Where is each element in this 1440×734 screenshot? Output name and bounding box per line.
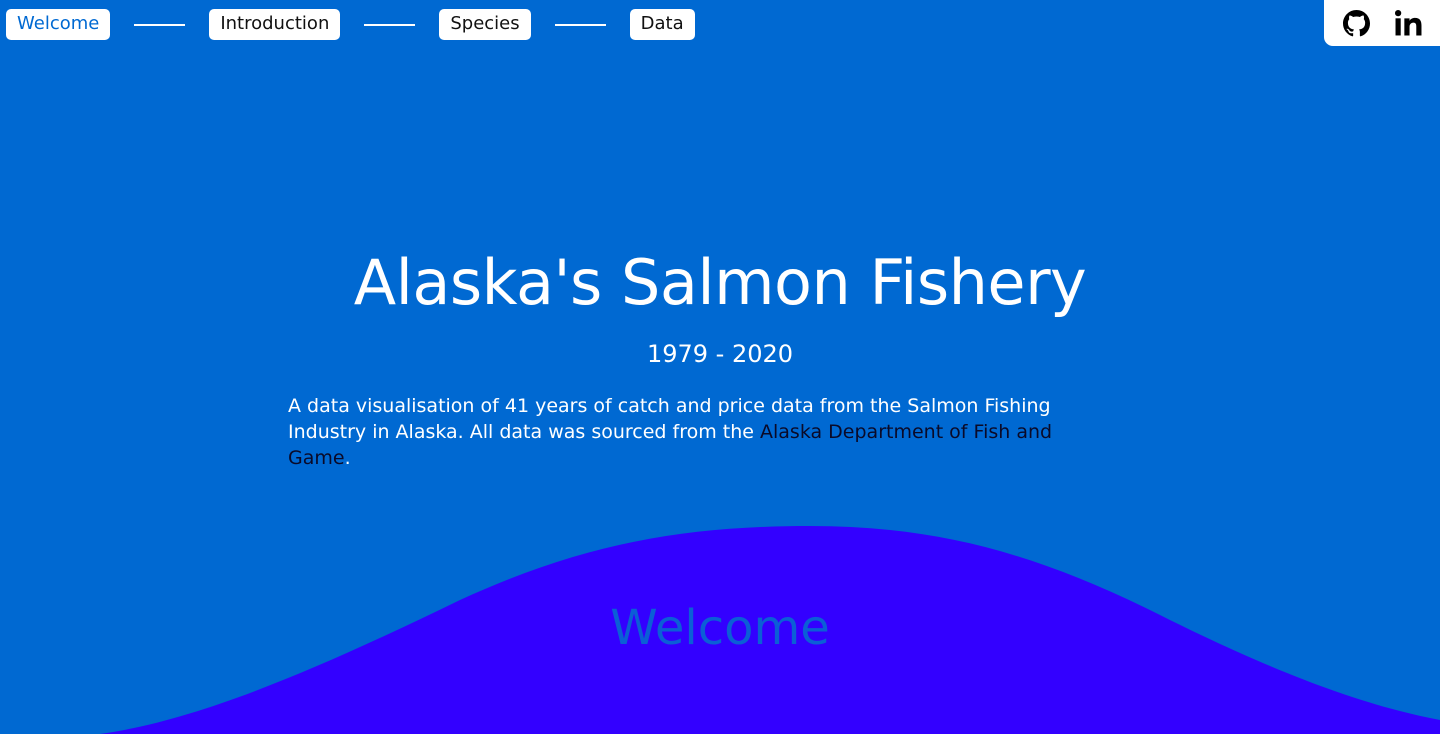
nav-connector	[134, 23, 186, 26]
page: Welcome Introduction Species Data Alaska…	[0, 0, 1440, 734]
nav-connector	[364, 23, 416, 26]
year-range: 1979 - 2020	[646, 340, 794, 368]
linkedin-icon[interactable]	[1394, 9, 1422, 37]
nav-data-button[interactable]: Data	[629, 9, 695, 40]
nav-welcome-button[interactable]: Welcome	[6, 9, 111, 40]
social-links	[1324, 0, 1440, 46]
section-nav: Welcome Introduction Species Data	[6, 9, 695, 40]
description-end: .	[344, 447, 351, 469]
nav-introduction-button[interactable]: Introduction	[209, 9, 341, 40]
nav-species-button[interactable]: Species	[439, 9, 531, 40]
nav-connector	[554, 23, 606, 26]
github-icon[interactable]	[1342, 9, 1370, 37]
page-title: Alaska's Salmon Fishery	[353, 246, 1087, 319]
intro-description: A data visualisation of 41 years of catc…	[288, 393, 1118, 471]
section-heading: Welcome	[610, 600, 830, 656]
